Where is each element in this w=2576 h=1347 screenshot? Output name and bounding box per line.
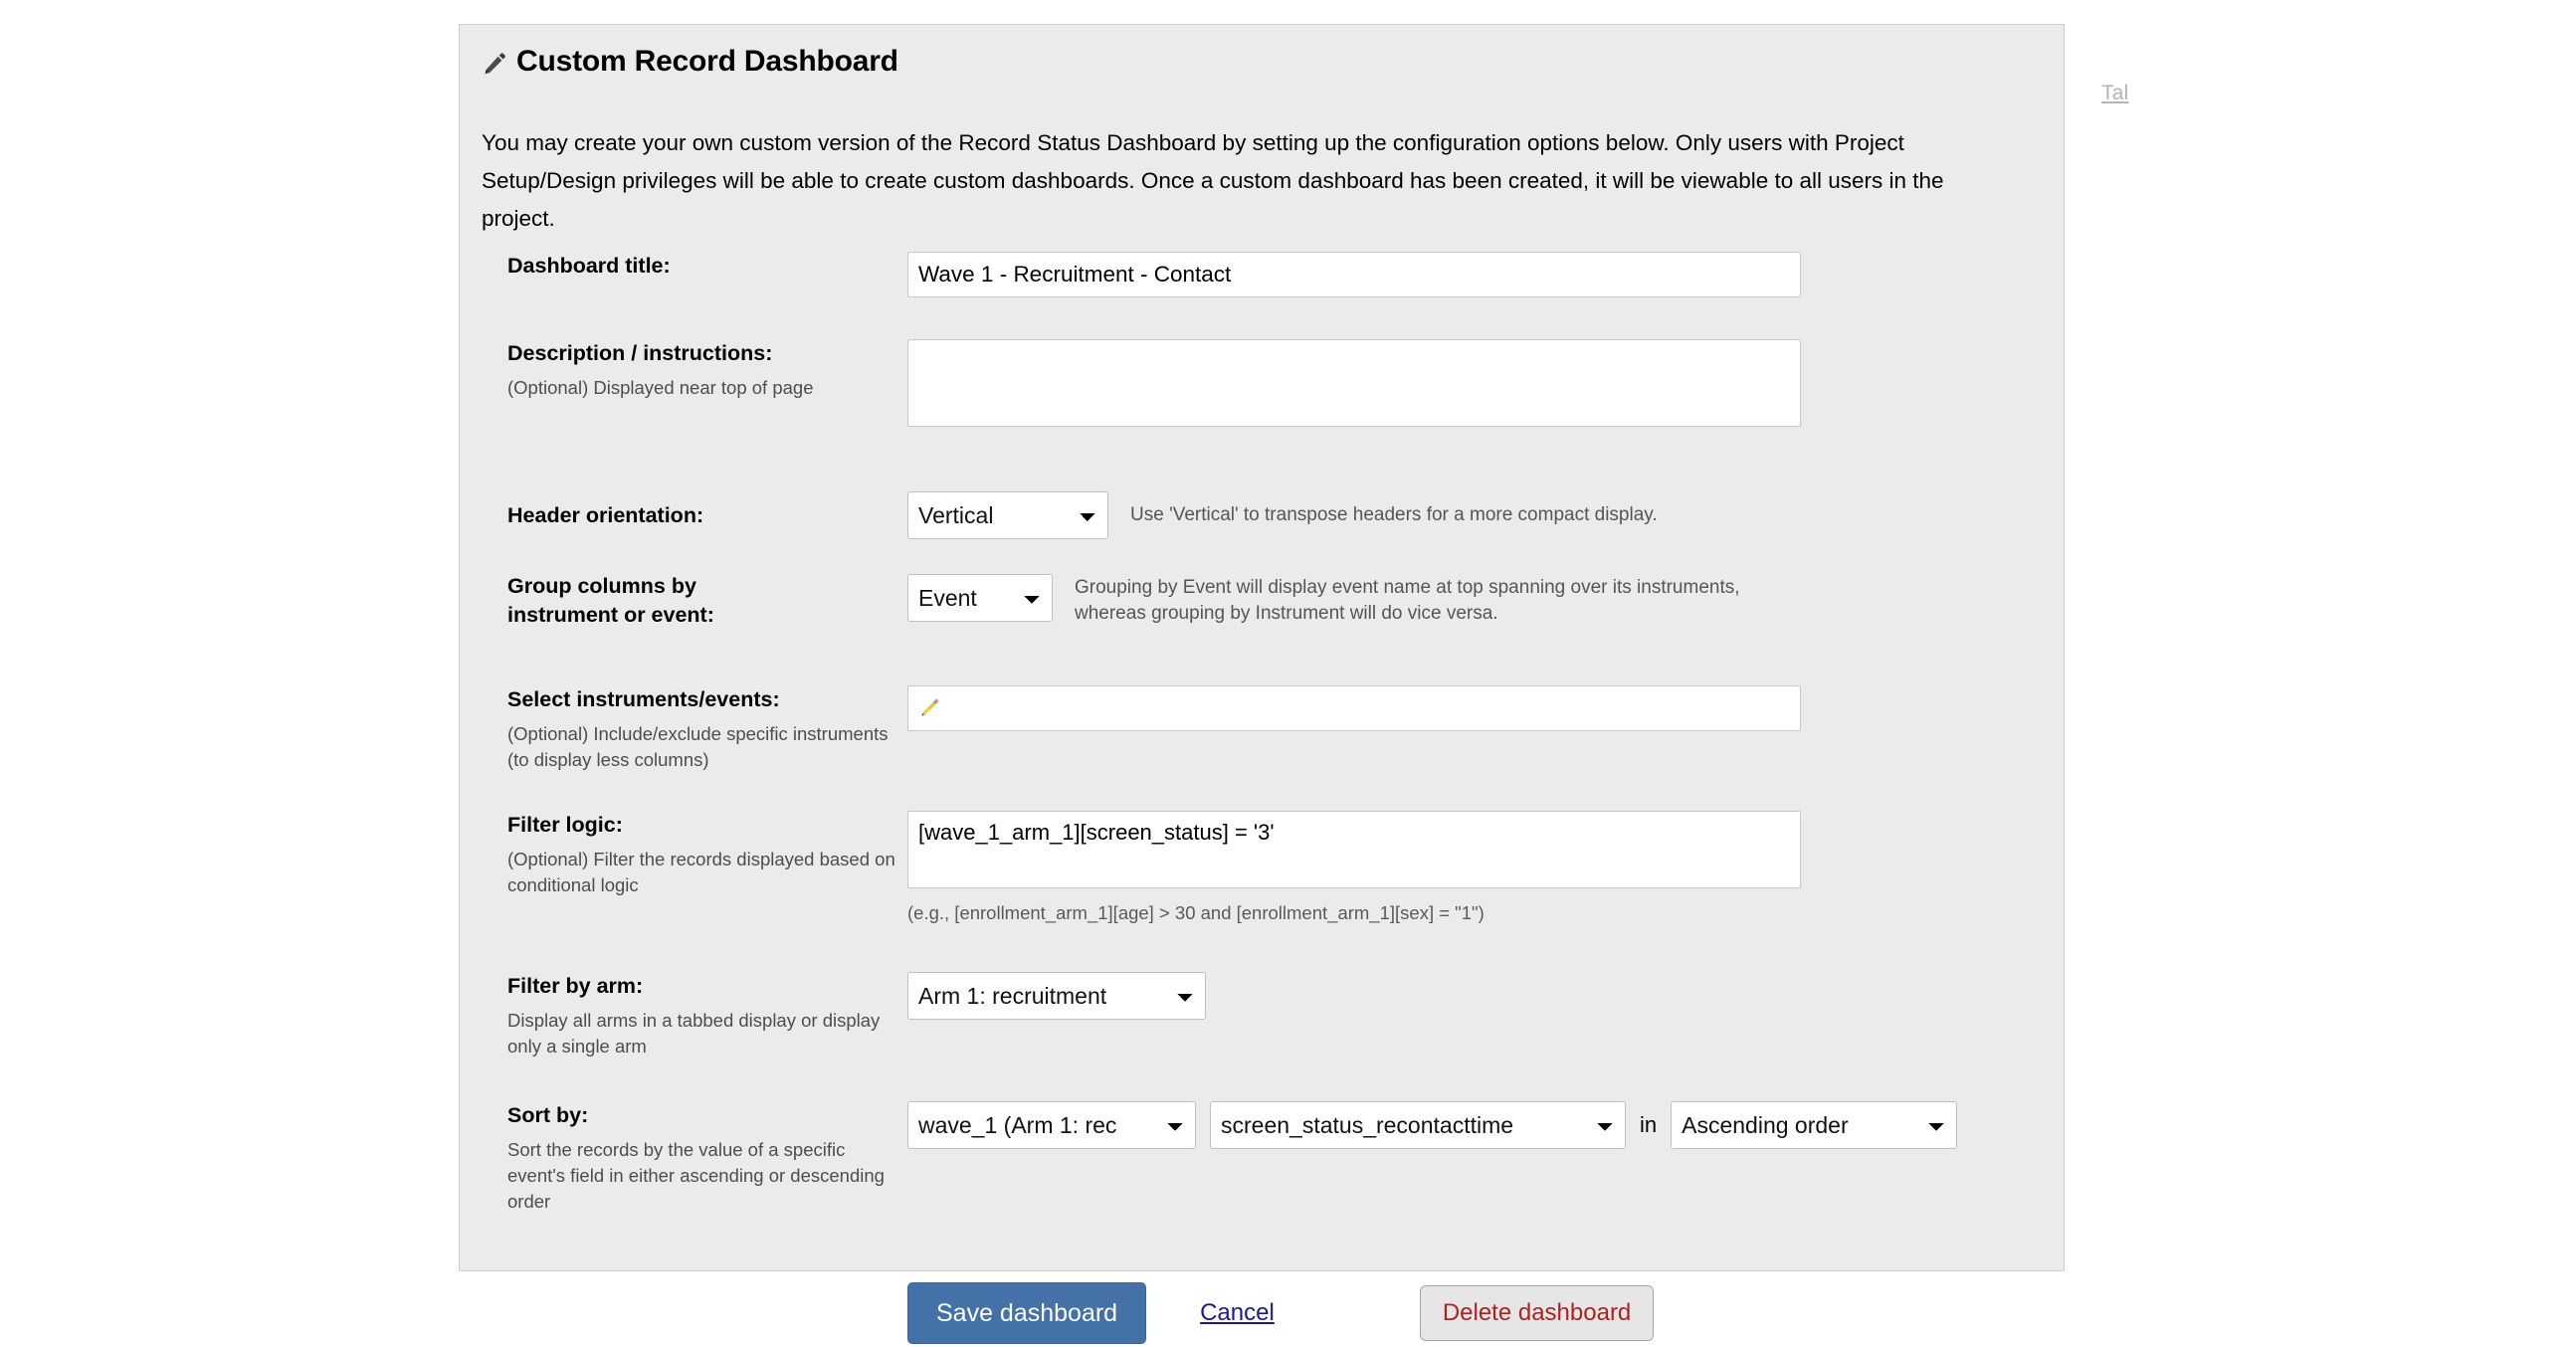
group-columns-select[interactable]: Event	[907, 574, 1053, 622]
sort-by-order-select[interactable]: Ascending order	[1671, 1101, 1958, 1149]
page-title-text: Custom Record Dashboard	[516, 45, 898, 78]
header-orientation-hint: Use 'Vertical' to transpose headers for …	[1130, 504, 1658, 525]
row-header-orientation: Header orientation: Vertical Use 'Vertic…	[460, 479, 2064, 552]
pencil-icon	[482, 51, 507, 77]
dashboard-title-input[interactable]	[907, 252, 1801, 297]
page-root: Tal Custom Record Dashboard You may crea…	[0, 0, 2576, 1347]
sort-by-field-select[interactable]: screen_status_recontacttime	[1210, 1101, 1626, 1149]
row-filter-logic: Filter logic: (Optional) Filter the reco…	[460, 811, 2064, 950]
row-sort-by: Sort by: Sort the records by the value o…	[460, 1101, 2064, 1241]
label-select-instruments: Select instruments/events: (Optional) In…	[507, 687, 889, 770]
dashboard-config-form: Dashboard title: Description / instructi…	[460, 252, 2064, 1347]
label-dashboard-title: Dashboard title:	[507, 254, 671, 278]
delete-dashboard-button[interactable]: Delete dashboard	[1419, 1285, 1655, 1341]
select-instruments-picker[interactable]	[907, 685, 1801, 731]
row-actions: Save dashboard Cancel Delete dashboard	[460, 1268, 2064, 1347]
header-orientation-select[interactable]: Vertical	[907, 491, 1108, 539]
label-description: Description / instructions: (Optional) D…	[507, 341, 814, 398]
custom-record-dashboard-panel: Custom Record Dashboard You may create y…	[459, 24, 2065, 1344]
filter-logic-example: (e.g., [enrollment_arm_1][age] > 30 and …	[907, 902, 1485, 923]
label-group-columns: Group columns by instrument or event:	[507, 574, 714, 627]
row-filter-by-arm: Filter by arm: Display all arms in a tab…	[460, 972, 2064, 1081]
row-description: Description / instructions: (Optional) D…	[460, 339, 2064, 457]
label-filter-by-arm: Filter by arm: Display all arms in a tab…	[507, 974, 881, 1057]
cancel-link[interactable]: Cancel	[1200, 1299, 1275, 1327]
filter-logic-textarea[interactable]: [wave_1_arm_1][screen_status] = '3'	[907, 811, 1801, 888]
label-header-orientation: Header orientation:	[507, 502, 704, 527]
row-dashboard-title: Dashboard title:	[460, 252, 2064, 317]
page-title: Custom Record Dashboard	[482, 45, 898, 79]
sort-by-event-select[interactable]: wave_1 (Arm 1: rec	[907, 1101, 1196, 1149]
group-columns-hint: Grouping by Event will display event nam…	[1075, 577, 1740, 624]
label-filter-logic: Filter logic: (Optional) Filter the reco…	[507, 813, 895, 895]
sort-by-conjunction: in	[1640, 1112, 1658, 1137]
truncated-corner-link[interactable]: Tal	[2101, 82, 2128, 105]
filter-by-arm-select[interactable]: Arm 1: recruitment	[907, 972, 1206, 1020]
intro-text: You may create your own custom version o…	[482, 130, 1944, 231]
row-group-columns: Group columns by instrument or event: Ev…	[460, 572, 2064, 664]
pencil-icon[interactable]	[917, 696, 941, 720]
save-dashboard-button[interactable]: Save dashboard	[907, 1282, 1147, 1344]
row-select-instruments: Select instruments/events: (Optional) In…	[460, 685, 2064, 805]
description-textarea[interactable]	[907, 339, 1801, 427]
label-sort-by: Sort by: Sort the records by the value o…	[507, 1103, 885, 1212]
